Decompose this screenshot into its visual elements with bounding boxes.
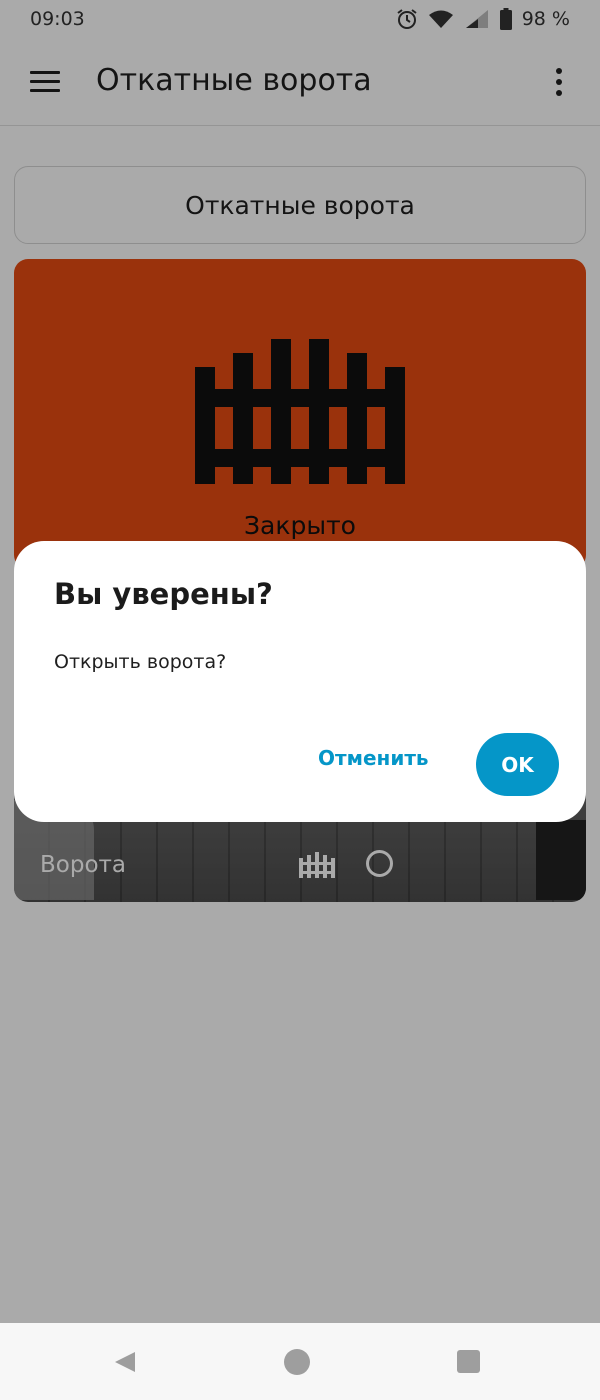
cancel-button[interactable]: Отменить (318, 746, 429, 770)
ok-button[interactable]: OK (476, 733, 559, 796)
dialog-title: Вы уверены? (54, 577, 273, 611)
home-icon[interactable] (284, 1349, 310, 1375)
back-icon[interactable] (113, 1350, 137, 1374)
confirm-dialog: Вы уверены? Открыть ворота? Отменить OK (14, 541, 586, 822)
navigation-bar (0, 1323, 600, 1400)
dialog-message: Открыть ворота? (54, 651, 227, 673)
recents-icon[interactable] (457, 1350, 480, 1373)
